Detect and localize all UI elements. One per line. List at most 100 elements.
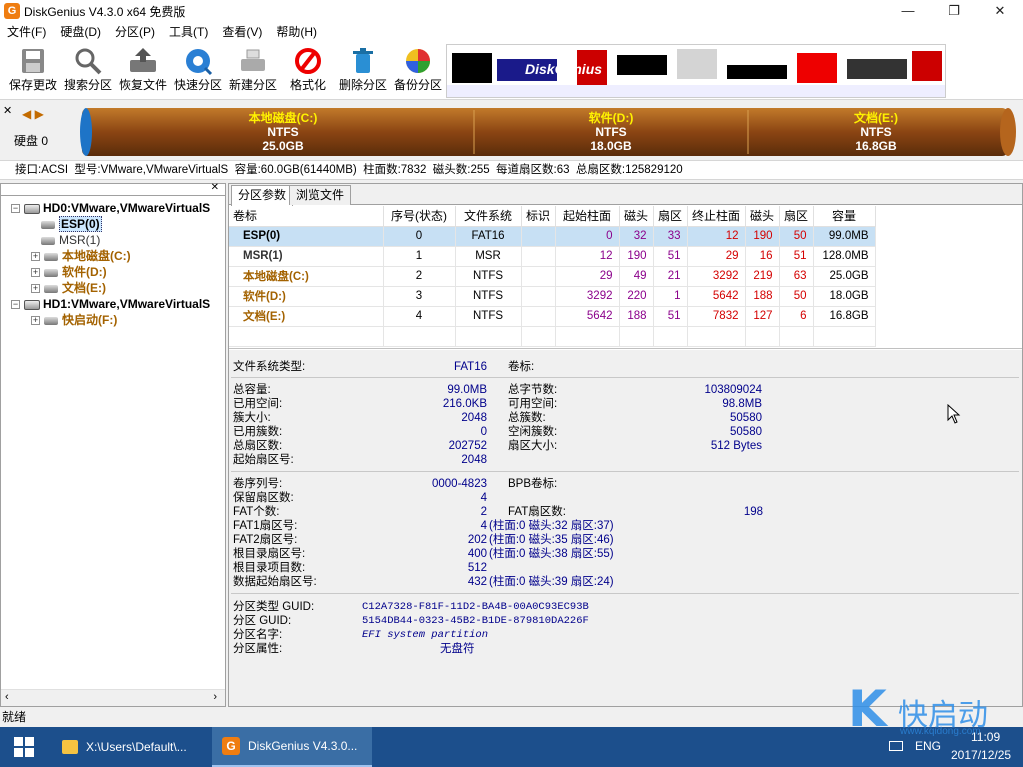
col-capacity[interactable]: 容量 [813, 206, 876, 227]
collapse-icon[interactable]: − [11, 300, 20, 310]
clock-time[interactable]: 11:09 [971, 730, 1000, 744]
nav-arrows[interactable]: ◀ ▶ [22, 107, 44, 121]
col-end-cyl[interactable]: 终止柱面 [687, 206, 746, 227]
menu-view[interactable]: 查看(V) [215, 22, 269, 42]
col-start-sector[interactable]: 扇区 [653, 206, 688, 227]
disk-icon [24, 203, 40, 214]
partition-type-guid: C12A7328-F81F-11D2-BA4B-00A0C93EC93B [362, 601, 589, 613]
language-indicator[interactable]: ENG [915, 739, 941, 753]
backup-partition-button[interactable]: 备份分区 [391, 45, 445, 97]
menu-help[interactable]: 帮助(H) [269, 22, 324, 42]
col-filesystem[interactable]: 文件系统 [455, 206, 522, 227]
partition-icon [44, 268, 58, 277]
expand-icon[interactable]: + [31, 284, 40, 294]
menu-disk[interactable]: 硬盘(D) [53, 22, 108, 42]
fs-type-value: FAT16 [453, 361, 487, 373]
window-title: DiskGenius V4.3.0 x64 免费版 [24, 4, 186, 19]
scroll-right-icon[interactable]: › [213, 691, 217, 703]
diskgenius-icon: G [222, 737, 240, 755]
disk-bar: ✕ ◀ ▶ 硬盘 0 本地磁盘(C:) NTFS 25.0GB 软件(D:) N… [0, 101, 1023, 160]
minimize-button[interactable]: — [885, 0, 931, 22]
col-end-sector[interactable]: 扇区 [779, 206, 814, 227]
col-start-cyl[interactable]: 起始柱面 [555, 206, 620, 227]
format-button[interactable]: 格式化 [281, 45, 335, 97]
expand-icon[interactable]: + [31, 316, 40, 326]
monitor-icon[interactable] [889, 741, 903, 751]
tree-partition-esp[interactable]: ESP(0) [41, 216, 102, 232]
quick-partition-button[interactable]: 快速分区 [171, 45, 225, 97]
mouse-cursor-icon [947, 404, 961, 424]
col-index[interactable]: 序号(状态) [383, 206, 456, 227]
col-id[interactable]: 标识 [521, 206, 556, 227]
partition-name: EFI system partition [362, 629, 489, 641]
partition-d-block[interactable]: 软件(D:) NTFS 18.0GB [474, 106, 748, 158]
tree-disk-hd1[interactable]: − HD1:VMware,VMwareVirtualS [11, 296, 210, 312]
search-partition-button[interactable]: 搜索分区 [61, 45, 115, 97]
table-row[interactable]: MSR(1) 1 MSR 12 190 51 29 16 51 128.0MB [229, 246, 876, 267]
new-partition-button[interactable]: 新建分区 [226, 45, 280, 97]
volume-label-label: 卷标: [508, 361, 535, 373]
clock-date[interactable]: 2017/12/25 [951, 748, 1011, 762]
tree-close-icon[interactable]: ✕ [211, 182, 219, 193]
tree-partition-d[interactable]: + 软件(D:) [31, 264, 107, 280]
taskbar-explorer[interactable]: X:\Users\Default\... [50, 727, 208, 767]
menu-file[interactable]: 文件(F) [0, 22, 53, 42]
partition-icon [41, 236, 55, 245]
partition-c-block[interactable]: 本地磁盘(C:) NTFS 25.0GB [92, 106, 474, 158]
table-row[interactable]: ESP(0) 0 FAT16 0 32 33 12 190 50 99.0MB [229, 226, 876, 247]
start-button[interactable] [0, 727, 48, 767]
tree-partition-e[interactable]: + 文档(E:) [31, 280, 106, 296]
partition-e-block[interactable]: 文档(E:) NTFS 16.8GB [748, 106, 1004, 158]
disk-tree[interactable]: ✕ − HD0:VMware,VMwareVirtualS ESP(0) MSR(… [0, 182, 226, 707]
fs-type-label: 文件系统类型: [233, 361, 306, 373]
menu-bar: 文件(F) 硬盘(D) 分区(P) 工具(T) 查看(V) 帮助(H) [0, 22, 1023, 42]
title-bar: G DiskGenius V4.3.0 x64 免费版 — ❐ ✕ [0, 0, 1023, 22]
fat-sectors-value: 198 [743, 506, 763, 518]
partition-icon [41, 220, 55, 229]
partition-icon [44, 284, 58, 293]
right-pane: 分区参数 浏览文件 卷标 序号(状态) 文件系统 标识 起始柱面 磁头 扇区 终… [228, 183, 1023, 707]
expand-icon[interactable]: + [31, 268, 40, 278]
menu-tools[interactable]: 工具(T) [162, 22, 215, 42]
delete-icon [346, 45, 380, 77]
backup-icon [401, 45, 435, 77]
taskbar-diskgenius[interactable]: G DiskGenius V4.3.0... [212, 727, 372, 767]
tree-partition-c[interactable]: + 本地磁盘(C:) [31, 248, 131, 264]
tree-disk-hd0[interactable]: − HD0:VMware,VMwareVirtualS [11, 200, 210, 216]
scroll-left-icon[interactable]: ‹ [5, 691, 9, 703]
col-end-head[interactable]: 磁头 [745, 206, 780, 227]
close-disk-panel-icon[interactable]: ✕ [3, 104, 12, 117]
partition-table: 卷标 序号(状态) 文件系统 标识 起始柱面 磁头 扇区 终止柱面 磁头 扇区 … [229, 206, 1022, 349]
folder-icon [62, 740, 78, 754]
app-icon: G [4, 3, 20, 19]
col-volume-label[interactable]: 卷标 [229, 206, 384, 227]
col-start-head[interactable]: 磁头 [619, 206, 654, 227]
disk-icon [24, 299, 40, 310]
table-header-row: 卷标 序号(状态) 文件系统 标识 起始柱面 磁头 扇区 终止柱面 磁头 扇区 … [229, 206, 876, 227]
recover-icon [126, 45, 160, 77]
save-icon [16, 45, 50, 77]
partition-icon [44, 316, 58, 325]
recover-files-button[interactable]: 恢复文件 [116, 45, 170, 97]
table-row[interactable]: 文档(E:) 4 NTFS 5642 188 51 7832 127 6 16.… [229, 306, 876, 327]
status-bar: 就绪 [0, 708, 1023, 727]
close-button[interactable]: ✕ [977, 0, 1023, 22]
maximize-button[interactable]: ❐ [931, 0, 977, 22]
table-row[interactable]: 本地磁盘(C:) 2 NTFS 29 49 21 3292 219 63 25.… [229, 266, 876, 287]
tree-partition-f[interactable]: + 快启动(F:) [31, 312, 117, 328]
table-row-empty [229, 326, 876, 347]
table-row[interactable]: 软件(D:) 3 NTFS 3292 220 1 5642 188 50 18.… [229, 286, 876, 307]
tree-partition-msr[interactable]: MSR(1) [41, 232, 100, 248]
collapse-icon[interactable]: − [11, 204, 20, 214]
delete-partition-button[interactable]: 删除分区 [336, 45, 390, 97]
ad-banner[interactable]: DiskGenius [446, 44, 946, 98]
expand-icon[interactable]: + [31, 252, 40, 262]
tab-browse-files[interactable]: 浏览文件 [289, 185, 352, 205]
tab-bar: 分区参数 浏览文件 [229, 184, 1022, 206]
tree-hscrollbar[interactable]: ‹ › [1, 689, 225, 706]
tab-partition-params[interactable]: 分区参数 [231, 185, 294, 206]
save-changes-button[interactable]: 保存更改 [6, 45, 60, 97]
menu-partition[interactable]: 分区(P) [108, 22, 162, 42]
format-icon [291, 45, 325, 77]
partition-icon [44, 252, 58, 261]
